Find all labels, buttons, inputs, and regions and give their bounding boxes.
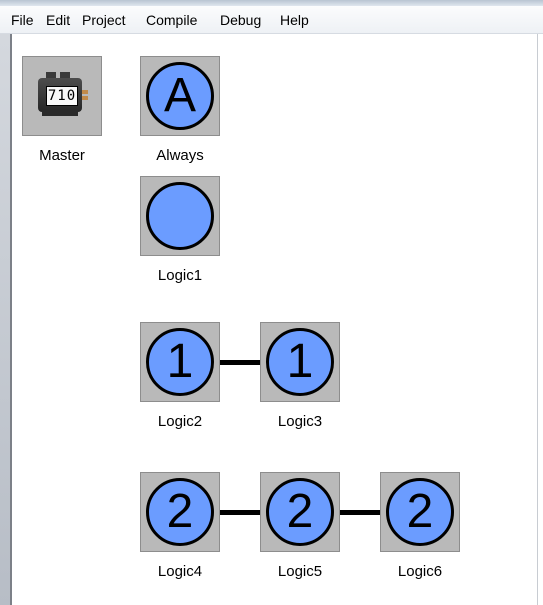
node-logic1[interactable]: Logic1 bbox=[140, 176, 220, 284]
menu-file[interactable]: File bbox=[11, 12, 34, 28]
node-label-logic4: Logic4 bbox=[157, 563, 203, 580]
left-border bbox=[0, 34, 12, 605]
node-label-logic2: Logic2 bbox=[157, 413, 203, 430]
logic-circle-icon bbox=[146, 182, 214, 250]
node-label-logic6: Logic6 bbox=[397, 563, 443, 580]
right-border bbox=[537, 34, 538, 605]
menu-debug[interactable]: Debug bbox=[220, 12, 261, 28]
node-logic2[interactable]: 1 Logic2 bbox=[140, 322, 220, 430]
node-logic3[interactable]: 1 Logic3 bbox=[260, 322, 340, 430]
controller-module-icon: 710 bbox=[36, 70, 88, 118]
menu-bar: File Edit Project Compile Debug Help bbox=[0, 6, 543, 34]
node-logic6[interactable]: 2 Logic6 bbox=[380, 472, 460, 580]
menu-project[interactable]: Project bbox=[82, 12, 126, 28]
menu-compile[interactable]: Compile bbox=[146, 12, 197, 28]
menu-edit[interactable]: Edit bbox=[46, 12, 70, 28]
node-master[interactable]: 710 Master bbox=[22, 56, 102, 164]
node-logic5[interactable]: 2 Logic5 bbox=[260, 472, 340, 580]
menu-help[interactable]: Help bbox=[280, 12, 309, 28]
logic-circle-icon: 1 bbox=[146, 328, 214, 396]
module-display: 710 bbox=[46, 86, 78, 106]
node-label-logic5: Logic5 bbox=[277, 563, 323, 580]
node-label-always: Always bbox=[156, 147, 204, 164]
node-logic4[interactable]: 2 Logic4 bbox=[140, 472, 220, 580]
logic-circle-icon: 1 bbox=[266, 328, 334, 396]
node-label-logic1: Logic1 bbox=[157, 267, 203, 284]
node-connector bbox=[220, 360, 260, 365]
node-label-master: Master bbox=[39, 147, 85, 164]
logic-circle-icon: 2 bbox=[266, 478, 334, 546]
node-connector bbox=[220, 510, 260, 515]
logic-circle-icon: A bbox=[146, 62, 214, 130]
logic-circle-icon: 2 bbox=[386, 478, 454, 546]
node-label-logic3: Logic3 bbox=[277, 413, 323, 430]
node-always[interactable]: A Always bbox=[140, 56, 220, 164]
logic-circle-icon: 2 bbox=[146, 478, 214, 546]
node-connector bbox=[340, 510, 380, 515]
